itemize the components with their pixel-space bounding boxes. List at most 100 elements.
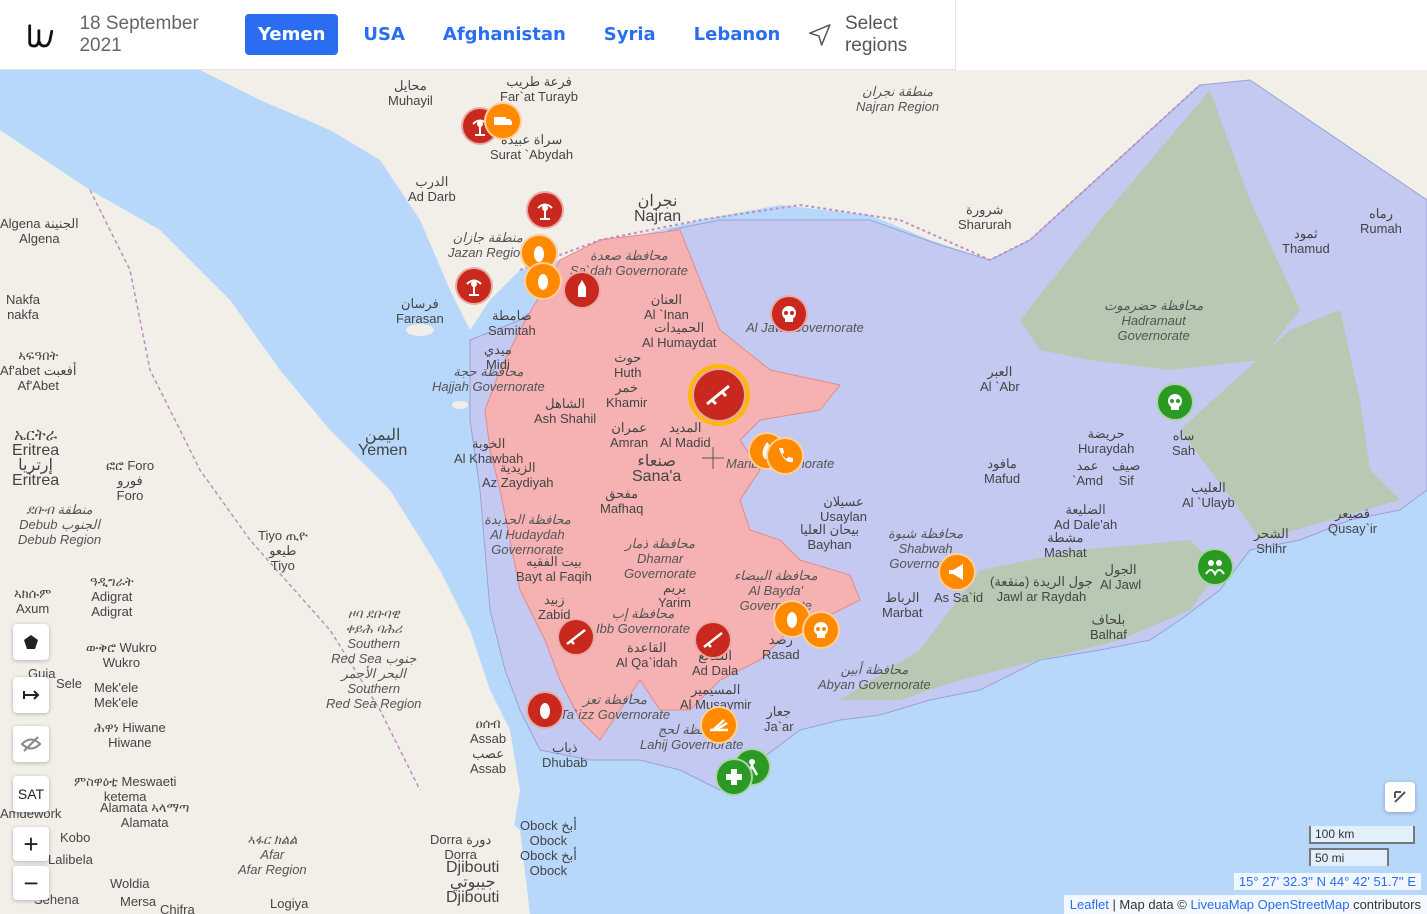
marker-skull-green[interactable] [1156,383,1194,421]
label-thamud: ثمود Thamud [1282,226,1330,256]
bomb-icon [538,274,548,290]
label-balhaf: بلحاف Balhaf [1090,612,1127,642]
label-al-hudaydah-gov: محافظة الحديدة Al Hudaydah Governorate [484,512,571,557]
bomb-icon [540,703,550,719]
marker-radio-tower-2[interactable] [526,191,564,229]
navigation-arrow-icon [809,23,831,46]
satellite-toggle-button[interactable]: SAT [13,776,49,812]
marker-rifle-3[interactable] [694,621,732,659]
bomb-icon [534,246,544,262]
label-usaylan: عسيلان Usaylan [820,494,867,524]
marker-rifle-2[interactable] [557,618,595,656]
label-debub: ደቡብ منطقة Debub الجنوب Debub Region [18,502,102,547]
label-yemen: اليمن Yemen [358,427,408,459]
select-regions-button[interactable]: Select regions [807,13,955,57]
label-mashat: مشطة Mashat [1044,530,1087,560]
label-qusayir: قصيعر Qusay`ir [1328,506,1378,536]
marker-skull[interactable] [770,295,808,333]
label-bayt-al-faqih: بيت الفقيه Bayt al Faqih [516,554,592,584]
label-dhubab: ذباب Dhubab [542,740,588,770]
label-huth: حوث Huth [614,350,642,380]
label-huraydah: حريضة Huraydah [1078,426,1135,456]
skull-icon [814,622,828,638]
measure-button[interactable] [13,677,49,713]
scale-mi: 50 mi [1309,848,1389,866]
marker-skull-orange[interactable] [802,611,840,649]
tab-lebanon[interactable]: Lebanon [681,14,794,55]
truck-icon [494,117,512,125]
tab-usa[interactable]: USA [350,14,418,55]
label-najran-region: منطقة نجران Najran Region [856,84,940,114]
draw-polygon-button[interactable] [13,624,49,660]
leaflet-link[interactable]: Leaflet [1070,897,1109,912]
label-samitah: صامطة Samitah [488,308,536,338]
liveuamap-logo-icon[interactable] [26,19,55,51]
label-amd: عمد `Amd [1072,458,1104,488]
label-lalibela: Lalibela [48,852,93,867]
map[interactable]: محايل Muhayil فرعة طريب Far`at Turayb سراة… [0,70,1427,914]
label-afabet: ኣፍዓበት Af'abet أفعبت Af'Abet [0,348,77,393]
label-hajjah-gov: محافظة حجة Hajjah Governorate [432,364,545,394]
label-foro: ፎሮ Foro فورو Foro [106,458,155,503]
label-shihr: الشحر Shihr [1254,526,1289,556]
label-al-jawl: الجول Al Jawl [1100,562,1142,592]
label-ibb-gov: محافظة إب Ibb Governorate [596,606,690,636]
phone-icon [779,448,793,463]
marker-group[interactable] [1196,548,1234,586]
measure-icon [23,690,40,700]
label-djibouti: Djibouti جيبوتي Djibouti [446,859,500,906]
marker-rocket-launcher[interactable] [700,706,738,744]
polygon-icon [24,635,38,649]
label-al-humaydat: الحميدات Al Humaydat [642,320,717,350]
label-algena: Algena الجنينة Algena [0,216,79,246]
marker-truck[interactable] [484,102,522,140]
label-al-ulayb: العليب Al `Ulayb [1182,480,1235,510]
label-khamir: خمر Khamir [606,380,648,410]
osm-link[interactable]: OpenStreetMap [1258,897,1350,912]
label-bayhan: بيحان العليا Bayhan [800,522,860,552]
label-obock: Obock أبخ Obock Obock أبخ Obock [520,818,577,878]
marker-missile[interactable] [563,271,601,309]
label-muhayil: محايل Muhayil [388,78,433,108]
marker-megaphone[interactable] [938,553,976,591]
bomb-icon [787,612,797,628]
rifle-icon [706,384,730,406]
skull-icon [782,306,796,322]
marker-radio-tower-3[interactable] [455,267,493,305]
marker-medical[interactable] [715,758,753,796]
marker-phone[interactable] [766,437,804,475]
marker-rifle-selected[interactable] [692,368,746,422]
label-al-madid: المديد Al Madid [660,420,711,450]
marker-bomb-red[interactable] [526,691,564,729]
expand-button[interactable] [1385,782,1415,812]
label-farasan: فرسان Farasan [396,296,444,326]
scale-km: 100 km [1309,826,1415,844]
label-wukro: ውቅሮ Wukro Wukro [86,640,157,670]
label-sif: صيف Sif [1112,458,1141,488]
marker-bomb-2[interactable] [524,262,562,300]
label-jawl-ar-raydah: جول الريدة (منقعة) Jawl ar Raydah [990,574,1093,604]
top-bar: 18 September 2021 Yemen USA Afghanistan … [0,0,956,70]
zoom-out-button[interactable]: − [13,866,49,900]
medical-icon [726,769,742,785]
label-woldia: Woldia [110,876,150,891]
tab-syria[interactable]: Syria [591,14,669,55]
label-tiyo: Tiyo ጢዮ طيعو Tiyo [258,528,308,573]
missile-icon [578,280,586,297]
label-nakfa: Nakfa nakfa [6,292,40,322]
hide-layers-button[interactable] [13,726,49,762]
label-afar: ኣፋር ክልል Afar Afar Region [238,832,307,877]
label-assab: ዐሰብ Assab عصب Assab [470,716,507,776]
crosshair-icon [702,447,724,469]
tab-afghanistan[interactable]: Afghanistan [430,14,579,55]
zoom-in-button[interactable]: + [13,827,49,861]
label-hadramaut-gov: محافظة حضرموت Hadramaut Governorate [1104,298,1204,343]
radio-tower-icon [466,279,482,296]
eye-off-icon [20,736,42,752]
label-as-said: As Sa`id [934,590,984,605]
liveuamap-link[interactable]: LiveuaMap [1190,897,1254,912]
group-icon [1205,560,1225,577]
tab-yemen[interactable]: Yemen [245,14,339,55]
label-mafud: مافود Mafud [984,456,1021,486]
label-sele: Sele [56,676,83,691]
